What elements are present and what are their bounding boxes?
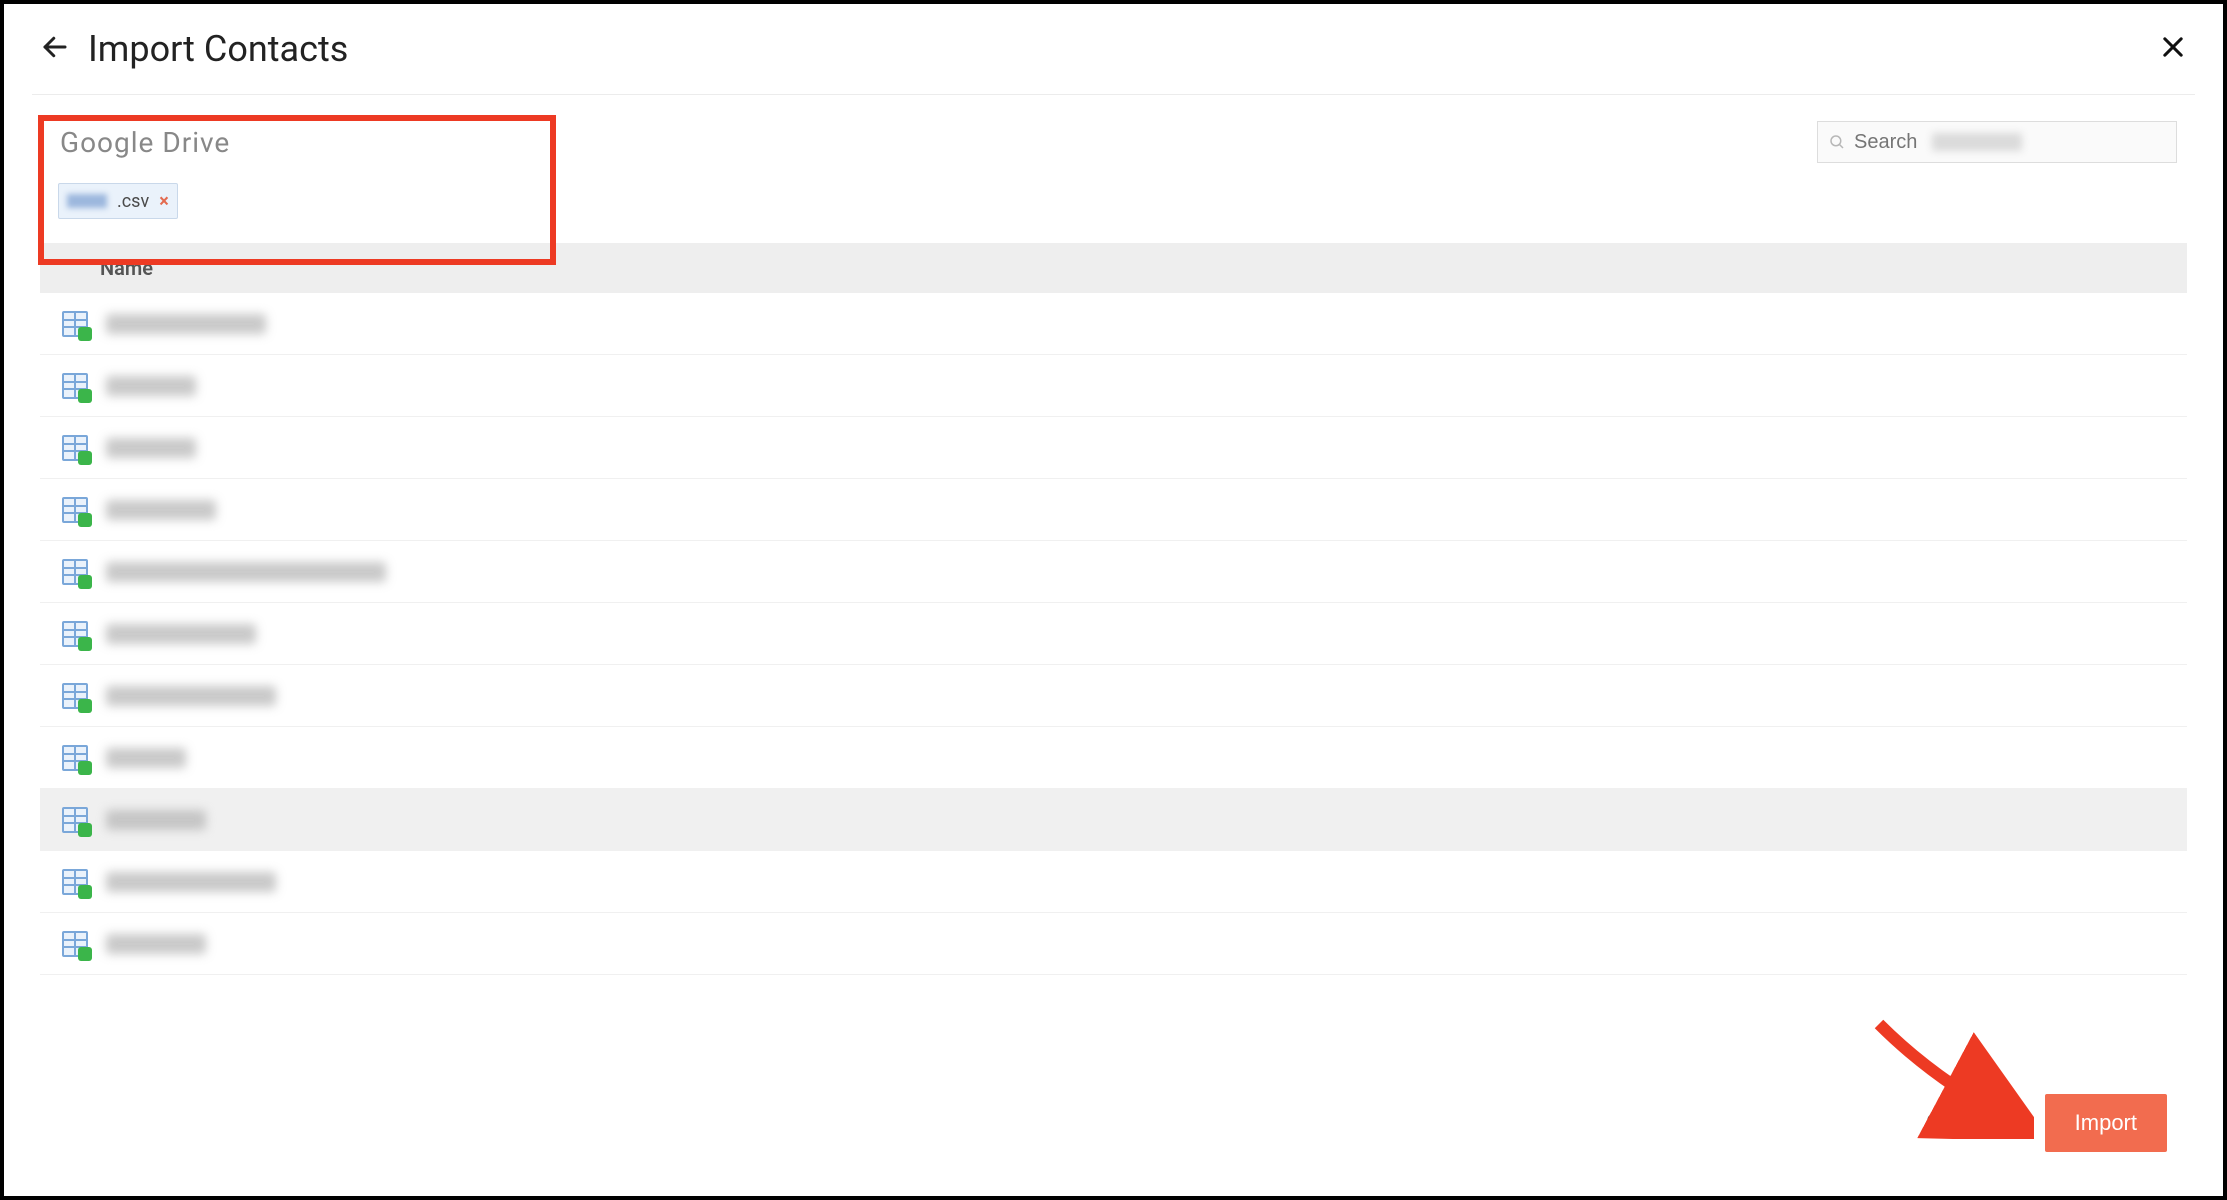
file-row[interactable]	[40, 479, 2187, 541]
file-row[interactable]	[40, 789, 2187, 851]
cancel-button[interactable]: Cancel	[1926, 1109, 2001, 1137]
selected-file-chip[interactable]: .csv ×	[58, 183, 178, 219]
file-row[interactable]	[40, 727, 2187, 789]
file-name-obscured	[106, 562, 386, 582]
import-contacts-dialog: Import Contacts Google Drive .csv ×	[0, 0, 2227, 1200]
source-label: Google Drive	[60, 126, 230, 159]
file-row[interactable]	[40, 293, 2187, 355]
file-name-obscured	[106, 872, 276, 892]
spreadsheet-icon	[62, 683, 88, 709]
spreadsheet-icon	[62, 807, 88, 833]
spreadsheet-icon	[62, 311, 88, 337]
file-name-obscured	[106, 686, 276, 706]
file-row[interactable]	[40, 541, 2187, 603]
file-row[interactable]	[40, 417, 2187, 479]
chip-remove-icon[interactable]: ×	[159, 191, 169, 212]
search-input[interactable]	[1854, 131, 1924, 154]
file-row[interactable]	[40, 913, 2187, 975]
spreadsheet-icon	[62, 559, 88, 585]
search-obscured-text	[1932, 133, 2022, 151]
file-row[interactable]	[40, 665, 2187, 727]
dialog-footer: Cancel Import	[1926, 1094, 2167, 1152]
dialog-header: Import Contacts	[40, 28, 2187, 94]
source-row: Google Drive	[40, 95, 2187, 183]
chip-extension: .csv	[117, 191, 149, 212]
spreadsheet-icon	[62, 497, 88, 523]
dialog-title: Import Contacts	[88, 28, 348, 70]
search-box[interactable]	[1817, 121, 2177, 163]
close-icon[interactable]	[2159, 33, 2187, 65]
spreadsheet-icon	[62, 435, 88, 461]
spreadsheet-icon	[62, 373, 88, 399]
file-name-obscured	[106, 376, 196, 396]
file-name-obscured	[106, 624, 256, 644]
chip-filename-obscured	[67, 194, 107, 208]
file-name-obscured	[106, 748, 186, 768]
spreadsheet-icon	[62, 931, 88, 957]
file-row[interactable]	[40, 603, 2187, 665]
column-name: Name	[100, 256, 153, 280]
file-table: Name	[40, 243, 2187, 975]
spreadsheet-icon	[62, 621, 88, 647]
file-name-obscured	[106, 500, 216, 520]
file-name-obscured	[106, 438, 196, 458]
file-row[interactable]	[40, 355, 2187, 417]
file-name-obscured	[106, 934, 206, 954]
file-name-obscured	[106, 314, 266, 334]
spreadsheet-icon	[62, 869, 88, 895]
table-header: Name	[40, 243, 2187, 293]
back-arrow-icon[interactable]	[40, 32, 70, 66]
selected-file-chip-row: .csv ×	[40, 183, 2187, 239]
file-row[interactable]	[40, 851, 2187, 913]
file-name-obscured	[106, 810, 206, 830]
spreadsheet-icon	[62, 745, 88, 771]
import-button[interactable]: Import	[2045, 1094, 2167, 1152]
